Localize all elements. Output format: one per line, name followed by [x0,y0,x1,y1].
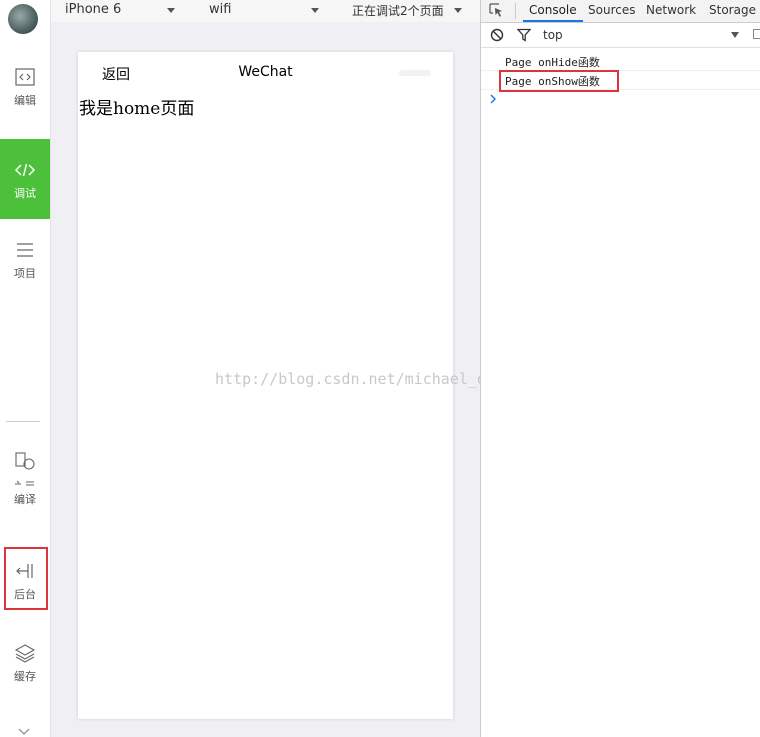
page-content-text: 我是home页面 [79,99,195,119]
project-menu-icon [17,243,33,257]
sidebar-item-editor[interactable]: 编辑 [0,66,50,126]
debug-code-icon [14,163,36,177]
sidebar-item-compile[interactable]: 编译 [0,451,50,521]
inspect-element-icon[interactable] [488,2,504,18]
chevron-down-icon[interactable] [17,728,31,736]
chevron-down-icon[interactable] [311,8,319,13]
sidebar-item-label: 编译 [14,493,36,506]
tab-console[interactable]: Console [523,3,583,22]
sidebar-item-debug[interactable]: 调试 [0,139,50,219]
sidebar-item-project[interactable]: 项目 [0,239,50,289]
editor-icon [15,68,35,86]
avatar[interactable] [8,4,38,34]
compile-icon [15,452,35,486]
sidebar-item-label: 项目 [14,267,36,280]
onshow-highlight-box [499,70,619,92]
console-log-line: Page onHide函数 [481,51,760,71]
devtools-panel: Console Sources Network Storage top Page… [480,0,760,737]
divider [515,3,516,19]
sidebar: 编辑 调试 项目 编译 后台 缓存 [0,0,51,737]
sidebar-item-label: 调试 [14,187,36,200]
filter-icon[interactable] [517,28,531,42]
tab-storage[interactable]: Storage [709,3,756,17]
chevron-down-icon[interactable] [731,32,739,38]
sidebar-item-label: 缓存 [14,670,36,683]
console-filter-bar: top [481,23,760,48]
console-prompt-icon[interactable] [489,94,497,104]
sidebar-divider [6,421,40,422]
chevron-down-icon[interactable] [454,8,462,13]
phone-navbar: 返回 WeChat [78,52,453,94]
cache-layers-icon [14,644,36,663]
sidebar-item-label: 编辑 [14,94,36,107]
checkbox[interactable] [753,29,760,39]
sidebar-item-cache[interactable]: 缓存 [0,642,50,690]
capsule-placeholder [399,70,431,76]
devtools-tabbar: Console Sources Network Storage [481,0,760,23]
context-select[interactable]: top [543,28,563,42]
clear-console-icon[interactable] [490,28,504,42]
chevron-down-icon[interactable] [167,8,175,13]
tab-sources[interactable]: Sources [588,3,635,17]
background-highlight-box [4,547,48,610]
page-title: WeChat [238,64,293,80]
simulator-toolbar: iPhone 6 wifi 正在调试2个页面 [51,0,480,22]
debug-status-select[interactable]: 正在调试2个页面 [352,2,444,19]
device-select[interactable]: iPhone 6 [65,2,121,17]
tab-network[interactable]: Network [646,3,696,17]
network-select[interactable]: wifi [209,2,231,17]
